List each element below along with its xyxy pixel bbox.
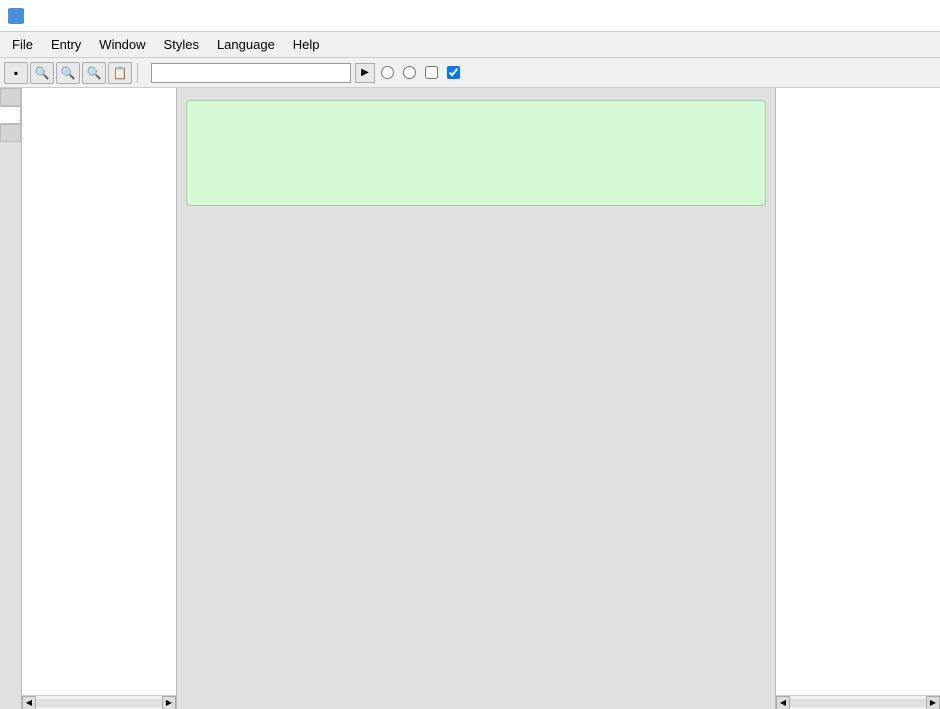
title-bar [0, 0, 940, 32]
right-word-list[interactable] [776, 88, 940, 695]
toolbar-btn-copy[interactable]: 📋 [108, 62, 132, 84]
any-of-radio[interactable] [381, 66, 394, 79]
right-scroll-track [790, 699, 926, 707]
search-options [381, 66, 463, 79]
left-panel: ◀ ▶ [22, 88, 177, 709]
scroll-right-arrow[interactable]: ▶ [162, 696, 176, 709]
menu-bar: FileEntryWindowStylesLanguageHelp [0, 32, 940, 58]
menu-item-help[interactable]: Help [285, 35, 328, 54]
main-content: ◀ ▶ ◀ ▶ [0, 88, 940, 709]
menu-item-styles[interactable]: Styles [156, 35, 207, 54]
center-panel [177, 88, 775, 709]
whole-word-label[interactable] [447, 66, 463, 79]
app-icon [8, 8, 24, 24]
unregistered-box [186, 100, 766, 206]
menu-item-file[interactable]: File [4, 35, 41, 54]
tab-english[interactable] [0, 106, 21, 124]
right-scroll-left-arrow[interactable]: ◀ [776, 696, 790, 709]
match-case-checkbox[interactable] [425, 66, 438, 79]
scroll-track [36, 699, 162, 707]
all-of-label[interactable] [403, 66, 419, 79]
tab-kiswahili[interactable] [0, 88, 21, 106]
left-word-list[interactable] [22, 88, 176, 695]
toolbar: ▪ 🔍 🔍 🔍 📋 ▶ [0, 58, 940, 88]
right-panel: ◀ ▶ [775, 88, 940, 709]
whole-word-checkbox[interactable] [447, 66, 460, 79]
right-horizontal-scrollbar[interactable]: ◀ ▶ [776, 695, 940, 709]
vertical-tabs [0, 88, 22, 709]
menu-item-language[interactable]: Language [209, 35, 283, 54]
match-case-label[interactable] [425, 66, 441, 79]
all-of-radio[interactable] [403, 66, 416, 79]
close-button[interactable] [900, 6, 932, 26]
minimize-button[interactable] [832, 6, 864, 26]
toolbar-btn-search2[interactable]: 🔍 [56, 62, 80, 84]
left-horizontal-scrollbar[interactable]: ◀ ▶ [22, 695, 176, 709]
menu-item-window[interactable]: Window [91, 35, 153, 54]
any-of-label[interactable] [381, 66, 397, 79]
window-controls [832, 6, 932, 26]
toolbar-btn-1[interactable]: ▪ [4, 62, 28, 84]
title-bar-left [8, 8, 30, 24]
right-scroll-right-arrow[interactable]: ▶ [926, 696, 940, 709]
search-input[interactable] [151, 63, 351, 83]
toolbar-btn-search3[interactable]: 🔍 [82, 62, 106, 84]
maximize-button[interactable] [866, 6, 898, 26]
menu-item-entry[interactable]: Entry [43, 35, 89, 54]
toolbar-separator [137, 63, 138, 83]
scroll-left-arrow[interactable]: ◀ [22, 696, 36, 709]
toolbar-btn-search1[interactable]: 🔍 [30, 62, 54, 84]
tab-kiswahili-english[interactable] [0, 124, 21, 142]
search-go-button[interactable]: ▶ [355, 63, 375, 83]
